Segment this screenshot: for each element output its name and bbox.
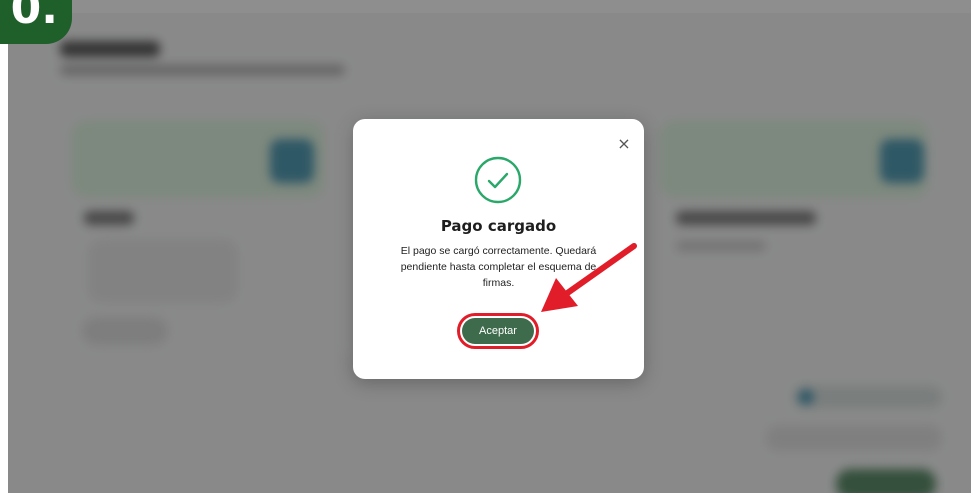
dialog-message: El pago se cargó correctamente. Quedará …	[400, 245, 597, 289]
success-dialog: × Pago cargado El pago se cargó correcta…	[353, 119, 644, 379]
check-circle-icon	[474, 156, 522, 204]
step-badge: 0.	[0, 0, 72, 44]
accept-button[interactable]: Aceptar	[462, 318, 534, 344]
left-rail	[0, 0, 8, 493]
close-icon[interactable]: ×	[615, 135, 633, 153]
dialog-title: Pago cargado	[440, 217, 557, 235]
